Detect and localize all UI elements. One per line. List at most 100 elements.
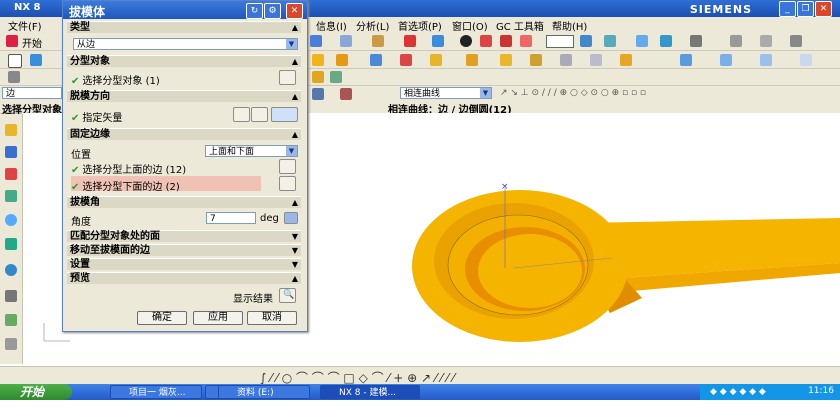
- hole-icon[interactable]: [312, 54, 324, 66]
- specify-vector[interactable]: ✔ 指定矢量: [71, 109, 122, 124]
- pattern-icon[interactable]: [560, 54, 572, 66]
- sphere-icon[interactable]: [460, 35, 472, 47]
- task-item-active[interactable]: NX 8 - 建模...: [320, 385, 420, 399]
- view-icon[interactable]: [310, 35, 322, 47]
- line-style-dropdown[interactable]: [546, 35, 574, 48]
- part-icon[interactable]: [520, 35, 532, 47]
- vector-dialog-button[interactable]: [251, 107, 268, 122]
- part-navigator-icon[interactable]: [5, 124, 17, 136]
- boss-icon[interactable]: [336, 54, 348, 66]
- dialog-reset-button[interactable]: ↻: [246, 3, 263, 19]
- snap-icon[interactable]: [372, 35, 384, 47]
- dialog-close-button[interactable]: ✕: [286, 3, 303, 19]
- task-item[interactable]: 资料 (E:): [218, 385, 310, 399]
- constraint-navigator-icon[interactable]: [5, 168, 17, 180]
- box-icon[interactable]: [480, 35, 492, 47]
- curve-rule-dropdown[interactable]: 相连曲线 ▼: [400, 87, 492, 99]
- menu-info[interactable]: 信息(I): [316, 18, 347, 33]
- ok-button[interactable]: 确定: [137, 311, 187, 325]
- task-item[interactable]: 项目一 烟灰...: [110, 385, 202, 399]
- cube-icon[interactable]: [500, 35, 512, 47]
- restore-button[interactable]: ❐: [797, 1, 814, 17]
- menu-file[interactable]: 文件(F): [8, 18, 42, 33]
- pocket-icon[interactable]: [370, 54, 382, 66]
- menu-help[interactable]: 帮助(H): [552, 18, 587, 33]
- menu-preferences[interactable]: 首选项(P): [398, 18, 442, 33]
- close-button[interactable]: ✕: [815, 1, 832, 17]
- replace-icon[interactable]: [330, 71, 342, 83]
- select-lower-edges-button[interactable]: [279, 176, 296, 191]
- select-lower-edges[interactable]: ✔ 选择分型下面的边 (2): [71, 178, 180, 193]
- grid-icon[interactable]: [730, 35, 742, 47]
- offset-icon[interactable]: [680, 54, 692, 66]
- snap-toolbar-icons[interactable]: ↗ ↘ ⊥ ⊙ ∕ ∕ ∕ ⊕ ○ ◇ ⊙ ○ ⊕ ▫ ▫ ▫: [500, 88, 646, 98]
- dialog-settings-button[interactable]: ⚙: [264, 3, 281, 19]
- measure-icon[interactable]: [660, 35, 672, 47]
- section-type[interactable]: 类型 ▲: [67, 21, 301, 33]
- start-button[interactable]: 开始: [0, 384, 72, 400]
- web-browser-icon[interactable]: [5, 214, 17, 226]
- apply-button[interactable]: 应用: [193, 311, 243, 325]
- surface-icon[interactable]: [720, 54, 732, 66]
- trim-icon[interactable]: [620, 54, 632, 66]
- menu-analysis[interactable]: 分析(L): [356, 18, 389, 33]
- sketch-icon[interactable]: [8, 54, 22, 68]
- chamfer-icon[interactable]: [466, 54, 478, 66]
- orient-icon[interactable]: [340, 35, 352, 47]
- shell-icon[interactable]: [500, 54, 512, 66]
- reuse-library-icon[interactable]: [5, 190, 17, 202]
- scale-icon[interactable]: [760, 35, 772, 47]
- select-parting-object[interactable]: ✔ 选择分型对象 (1): [71, 72, 160, 87]
- menu-gc-toolbox[interactable]: GC 工具箱: [496, 18, 544, 33]
- minimize-button[interactable]: _: [779, 1, 796, 17]
- angle-options-button[interactable]: [284, 212, 298, 224]
- clock-icon[interactable]: [5, 264, 17, 276]
- snap-point-icon[interactable]: [312, 88, 324, 100]
- history-icon[interactable]: [5, 238, 17, 250]
- sew-icon[interactable]: [760, 54, 772, 66]
- section-match-faces[interactable]: 匹配分型对象处的面 ▼: [67, 230, 301, 242]
- mirror-icon[interactable]: [590, 54, 602, 66]
- select-object-button[interactable]: [279, 70, 296, 85]
- edit-icon[interactable]: [8, 71, 20, 83]
- section-settings[interactable]: 设置 ▼: [67, 258, 301, 270]
- process-studio-icon[interactable]: [5, 314, 17, 326]
- feature-edit-icon[interactable]: [312, 71, 324, 83]
- roles-icon[interactable]: [5, 338, 17, 350]
- section-parting-object[interactable]: 分型对象 ▲: [67, 55, 301, 67]
- assembly-navigator-icon[interactable]: [5, 146, 17, 158]
- extrude-icon[interactable]: [30, 54, 42, 66]
- type-filter-dropdown[interactable]: 边: [2, 87, 62, 99]
- hide-icon[interactable]: [690, 35, 702, 47]
- cancel-button[interactable]: 取消: [247, 311, 297, 325]
- section-fixed-edges[interactable]: 固定边缘 ▲: [67, 128, 301, 140]
- section-move-edges[interactable]: 移动至拔模面的边 ▼: [67, 244, 301, 256]
- more-icon[interactable]: [790, 35, 802, 47]
- type-dropdown[interactable]: 从边 ▼: [73, 38, 298, 50]
- unite-icon[interactable]: [400, 54, 412, 66]
- show-result-button[interactable]: 🔍: [279, 288, 296, 303]
- blend-icon[interactable]: [430, 54, 442, 66]
- reverse-direction-button[interactable]: [233, 107, 250, 122]
- section-draft-angle[interactable]: 拔模角 ▲: [67, 196, 301, 208]
- selection-intent-icon[interactable]: [340, 88, 352, 100]
- wcs-icon[interactable]: [636, 35, 648, 47]
- system-materials-icon[interactable]: [5, 290, 17, 302]
- angle-input[interactable]: 7: [206, 212, 256, 224]
- layer-icon[interactable]: [580, 35, 592, 47]
- color-icon[interactable]: [404, 35, 416, 47]
- position-dropdown[interactable]: 上面和下面 ▼: [205, 145, 298, 157]
- tray-icons[interactable]: ◆ ◆ ◆ ◆ ◆ ◆: [710, 387, 766, 397]
- menu-window[interactable]: 窗口(O): [452, 18, 488, 33]
- select-upper-edges-button[interactable]: [279, 159, 296, 174]
- draft-icon[interactable]: [530, 54, 542, 66]
- start-icon[interactable]: [6, 35, 18, 47]
- extract-icon[interactable]: [800, 54, 812, 66]
- vector-type-dropdown[interactable]: [271, 107, 298, 122]
- section-draw-direction[interactable]: 脱模方向 ▲: [67, 90, 301, 102]
- vector-handle[interactable]: ×: [501, 182, 509, 192]
- shade-icon[interactable]: [432, 35, 444, 47]
- start-menu[interactable]: 开始: [22, 35, 42, 50]
- move-icon[interactable]: [604, 35, 616, 47]
- select-upper-edges[interactable]: ✔ 选择分型上面的边 (12): [71, 161, 186, 176]
